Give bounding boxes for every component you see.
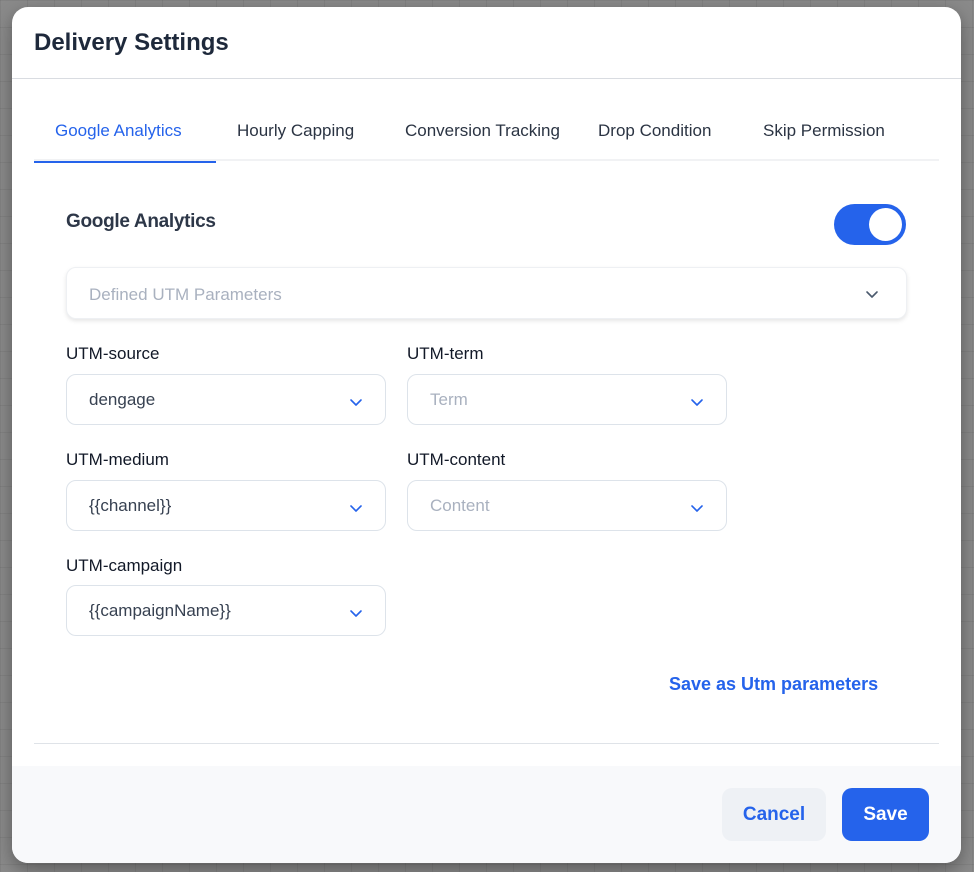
tab-drop-condition[interactable]: Drop Condition xyxy=(591,103,756,161)
tab-hourly-capping[interactable]: Hourly Capping xyxy=(216,103,398,161)
chevron-down-icon xyxy=(350,399,362,406)
cancel-button[interactable]: Cancel xyxy=(722,788,826,841)
utm-campaign-label: UTM-campaign xyxy=(66,556,183,575)
save-as-utm-parameters-link[interactable]: Save as Utm parameters xyxy=(669,674,878,695)
utm-medium-select[interactable]: {{channel}} xyxy=(66,480,386,531)
utm-content-label: UTM-content xyxy=(407,450,506,469)
defined-utm-placeholder: Defined UTM Parameters xyxy=(89,285,282,304)
utm-content-placeholder: Content xyxy=(430,496,490,515)
chevron-down-icon xyxy=(691,505,703,512)
utm-source-value: dengage xyxy=(89,390,156,409)
chevron-down-icon xyxy=(691,399,703,406)
modal-title: Delivery Settings xyxy=(34,29,229,56)
tab-google-analytics[interactable]: Google Analytics xyxy=(34,103,216,163)
google-analytics-section-title: Google Analytics xyxy=(66,211,216,232)
utm-campaign-value: {{campaignName}} xyxy=(89,601,231,620)
save-button[interactable]: Save xyxy=(842,788,929,841)
content-divider xyxy=(34,743,939,744)
chevron-down-icon xyxy=(350,505,362,512)
defined-utm-parameters-select[interactable]: Defined UTM Parameters xyxy=(66,267,907,319)
utm-medium-label: UTM-medium xyxy=(66,450,169,469)
tab-bar: Google Analytics Hourly Capping Conversi… xyxy=(34,103,939,163)
utm-source-label: UTM-source xyxy=(66,344,160,363)
modal-header: Delivery Settings xyxy=(12,7,961,79)
google-analytics-toggle[interactable] xyxy=(834,204,906,245)
delivery-settings-modal: Delivery Settings Google Analytics Hourl… xyxy=(12,7,961,863)
utm-term-placeholder: Term xyxy=(430,390,468,409)
utm-term-label: UTM-term xyxy=(407,344,484,363)
chevron-down-icon xyxy=(350,610,362,617)
tab-skip-permission[interactable]: Skip Permission xyxy=(756,103,939,161)
tab-conversion-tracking[interactable]: Conversion Tracking xyxy=(398,103,591,161)
utm-campaign-select[interactable]: {{campaignName}} xyxy=(66,585,386,636)
chevron-down-icon xyxy=(866,291,878,298)
utm-content-select[interactable]: Content xyxy=(407,480,727,531)
toggle-knob xyxy=(869,208,902,241)
modal-footer: Cancel Save xyxy=(12,766,961,863)
utm-medium-value: {{channel}} xyxy=(89,496,172,515)
utm-term-select[interactable]: Term xyxy=(407,374,727,425)
utm-source-select[interactable]: dengage xyxy=(66,374,386,425)
